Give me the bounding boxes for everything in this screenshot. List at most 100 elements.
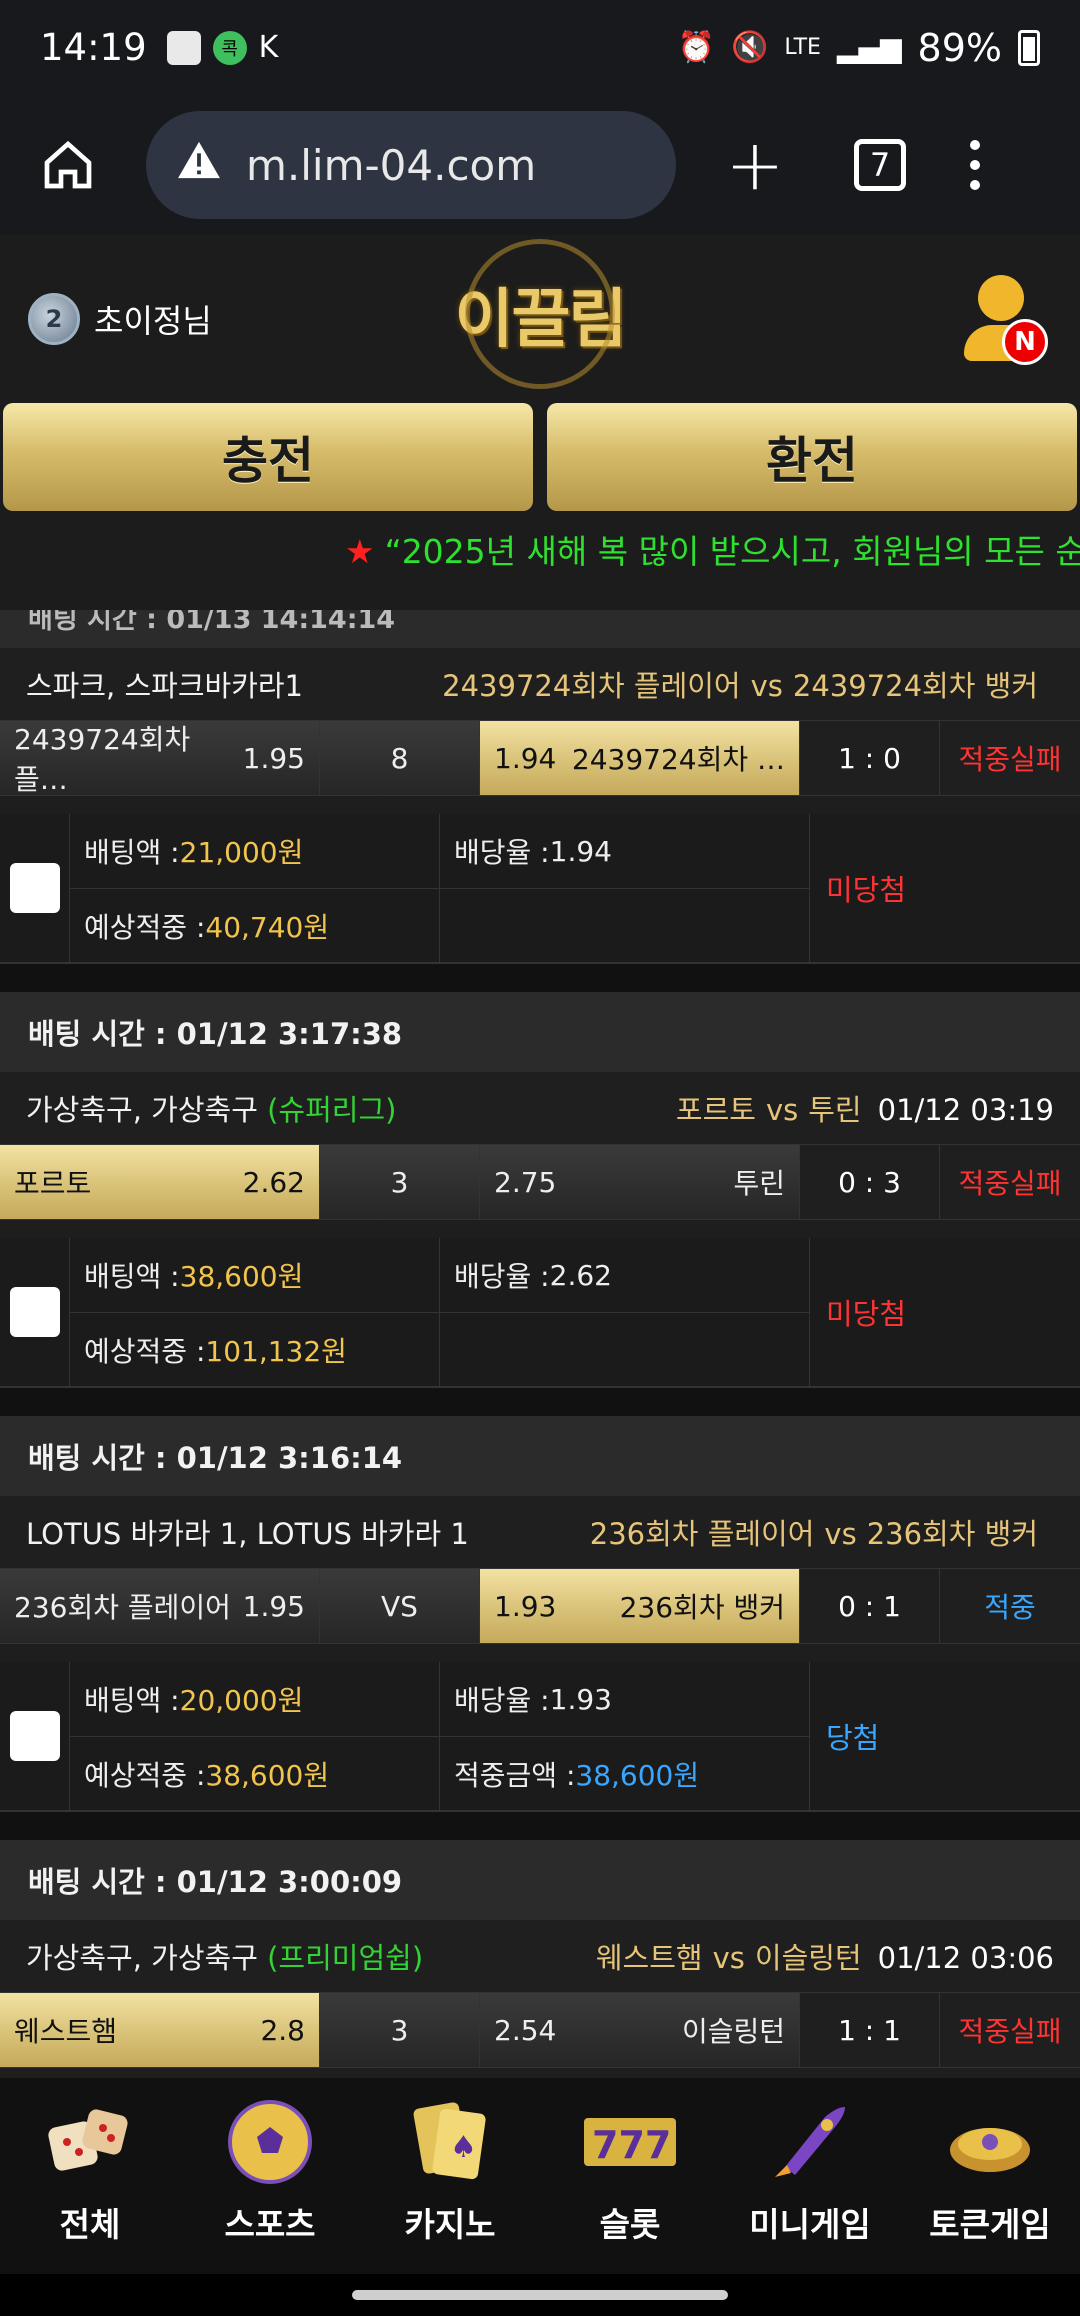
away-team: 투린 xyxy=(808,1093,862,1127)
bet-history-list[interactable]: 배팅 시간 : 01/13 14:14:14 스파크, 스파크바카라1 2439… xyxy=(0,610,1080,2078)
league-name: (프리미엄쉽) xyxy=(267,1941,424,1975)
mute-icon: 🔇 xyxy=(730,30,769,65)
gesture-bar[interactable] xyxy=(352,2290,728,2300)
select-checkbox[interactable] xyxy=(9,1711,60,1761)
expected-value: 40,740원 xyxy=(205,911,330,944)
bet-item: 배팅 시간 : 01/12 3:00:09 가상축구, 가상축구 (프리미엄쉽)… xyxy=(0,1812,1080,2078)
clock: 14:19 xyxy=(40,26,147,69)
game-name: LOTUS 바카라 1, LOTUS 바카라 1 xyxy=(26,1511,469,1553)
away-pick-label: 이슬링턴 xyxy=(681,2015,785,2048)
bet-item: 배팅 시간 : 01/12 3:16:14 LOTUS 바카라 1, LOTUS… xyxy=(0,1388,1080,1812)
nav-label: 전체 xyxy=(59,2205,121,2244)
bet-time: 배팅 시간 : 01/12 3:17:38 xyxy=(0,992,1080,1072)
address-bar[interactable]: m.lim-04.com xyxy=(146,111,676,219)
teams: 포르토 vs 투린 01/12 03:19 xyxy=(676,1087,1054,1129)
select-cell xyxy=(0,814,70,962)
home-pick[interactable]: 236회차 플레이어 1.95 xyxy=(0,1569,320,1643)
odds-rate: 배당율 :1.94 xyxy=(440,814,810,889)
bet-amount: 배팅액 :20,000원 xyxy=(70,1662,440,1737)
ticker-text: “2025년 새해 복 많이 받으시고, 회원님의 모든 순간 xyxy=(384,532,1080,571)
more-menu-icon[interactable] xyxy=(968,140,982,190)
new-tab-icon[interactable]: + xyxy=(720,124,790,206)
away-pick[interactable]: 2.75 투린 xyxy=(480,1145,800,1219)
draw-or-vs[interactable]: 3 xyxy=(320,1145,480,1219)
profile-icon[interactable]: N xyxy=(960,275,1050,375)
match-info: 스파크, 스파크바카라1 2439724회차 플레이어 vs 2439724회차 뱅… xyxy=(0,648,1080,720)
away-odds: 2.54 xyxy=(494,2013,557,2047)
draw-or-vs[interactable]: 8 xyxy=(320,721,480,795)
select-checkbox[interactable] xyxy=(9,863,60,913)
svg-text:777: 777 xyxy=(592,2123,671,2167)
home-pick-label: 포르토 xyxy=(14,1167,92,1200)
bet-summary: 배팅액 :21,000원 배당율 :1.94 예상적중 :40,740원 미당첨 xyxy=(0,814,1080,964)
game-title: LOTUS 바카라 1, LOTUS 바카라 1 xyxy=(26,1517,469,1551)
away-pick[interactable]: 1.94 2439724회차 … xyxy=(480,721,800,795)
svg-text:♠: ♠ xyxy=(450,2130,477,2165)
bottom-navigation: 전체 스포츠 ♠ 카지노 777 슬롯 미니게임 토큰게임 xyxy=(0,2078,1080,2274)
away-pick[interactable]: 2.54 이슬링턴 xyxy=(480,1993,800,2067)
bet-details: 배팅액 :38,600원 배당율 :2.62 예상적중 :101,132원 xyxy=(70,1238,810,1388)
site-logo[interactable]: 이끌림 xyxy=(445,239,635,389)
game-title: 가상축구, 가상축구 xyxy=(26,1941,268,1975)
home-pick[interactable]: 2439724회차 플… 1.95 xyxy=(0,721,320,796)
expected-win: 예상적중 :101,132원 xyxy=(70,1313,440,1388)
home-pick[interactable]: 포르토 2.62 xyxy=(0,1145,320,1219)
away-pick-label: 236회차 뱅커 xyxy=(619,1591,785,1624)
battery-percent: 89% xyxy=(917,25,1002,70)
nav-item-5[interactable]: 미니게임 xyxy=(720,2078,900,2274)
bet-amount-value: 20,000원 xyxy=(179,1684,304,1717)
win-amount-label: 적중금액 : xyxy=(454,1759,576,1792)
home-team: 웨스트햄 xyxy=(595,1941,703,1975)
match-info: 가상축구, 가상축구 (슈퍼리그) 포르토 vs 투린 01/12 03:19 xyxy=(0,1072,1080,1144)
draw-or-vs[interactable]: VS xyxy=(320,1569,480,1643)
away-odds: 1.93 xyxy=(494,1589,557,1623)
game-name: 가상축구, 가상축구 (슈퍼리그) xyxy=(26,1087,396,1129)
rate-value: 1.93 xyxy=(549,1682,612,1716)
nav-label: 토큰게임 xyxy=(929,2205,1051,2244)
soccer-ball-icon xyxy=(222,2094,318,2190)
bet-separator xyxy=(0,1812,1080,1840)
away-pick[interactable]: 1.93 236회차 뱅커 xyxy=(480,1569,800,1643)
rate-label: 배당율 : xyxy=(454,836,550,869)
bet-separator xyxy=(0,964,1080,992)
exchange-button[interactable]: 환전 xyxy=(547,403,1077,511)
nav-label: 스포츠 xyxy=(224,2205,316,2244)
home-pick-label: 236회차 플레이어 xyxy=(14,1591,231,1624)
nav-item-2[interactable]: 스포츠 xyxy=(180,2078,360,2274)
user-info[interactable]: 2 초이정님 xyxy=(28,293,212,345)
nav-item-6[interactable]: 토큰게임 xyxy=(900,2078,1080,2274)
vs-label: vs xyxy=(712,1941,745,1975)
rate-label: 배당율 : xyxy=(454,1684,550,1717)
username: 초이정님 xyxy=(94,302,212,340)
home-pick[interactable]: 웨스트햄 2.8 xyxy=(0,1993,320,2067)
expected-win: 예상적중 :38,600원 xyxy=(70,1737,440,1812)
result-label: 적중실패 xyxy=(958,743,1062,776)
expected-label: 예상적중 : xyxy=(84,911,206,944)
bet-status: 당첨 xyxy=(826,1721,880,1755)
score: 1 : 1 xyxy=(800,1993,940,2067)
away-team: 2439724회차 뱅커 xyxy=(792,669,1038,703)
bet-item: 배팅 시간 : 01/12 3:17:38 가상축구, 가상축구 (슈퍼리그) … xyxy=(0,964,1080,1388)
expected-value: 101,132원 xyxy=(205,1335,347,1368)
vs-label: vs xyxy=(750,669,783,703)
game-name: 가상축구, 가상축구 (프리미엄쉽) xyxy=(26,1935,423,1977)
nav-item-4[interactable]: 777 슬롯 xyxy=(540,2078,720,2274)
signal-icon: ▂▄▆ xyxy=(836,31,902,64)
network-type: LTE xyxy=(784,34,821,60)
draw-or-vs[interactable]: 3 xyxy=(320,1993,480,2067)
tab-switcher-button[interactable]: 7 xyxy=(854,139,906,191)
url-text: m.lim-04.com xyxy=(246,140,537,190)
bet-time: 배팅 시간 : 01/12 3:16:14 xyxy=(0,1416,1080,1496)
select-cell xyxy=(0,1662,70,1810)
away-pick-label: 투린 xyxy=(733,1167,785,1200)
nav-item-1[interactable]: 전체 xyxy=(0,2078,180,2274)
win-amount xyxy=(440,889,810,964)
bet-amount-value: 38,600원 xyxy=(179,1260,304,1293)
away-odds: 1.94 xyxy=(494,741,557,775)
bet-details: 배팅액 :20,000원 배당율 :1.93 예상적중 :38,600원 적중금… xyxy=(70,1662,810,1812)
nav-item-3[interactable]: ♠ 카지노 xyxy=(360,2078,540,2274)
home-icon[interactable] xyxy=(30,127,106,203)
charge-button[interactable]: 충전 xyxy=(3,403,533,511)
bet-time: 배팅 시간 : 01/12 3:00:09 xyxy=(0,1840,1080,1920)
select-checkbox[interactable] xyxy=(9,1287,60,1337)
